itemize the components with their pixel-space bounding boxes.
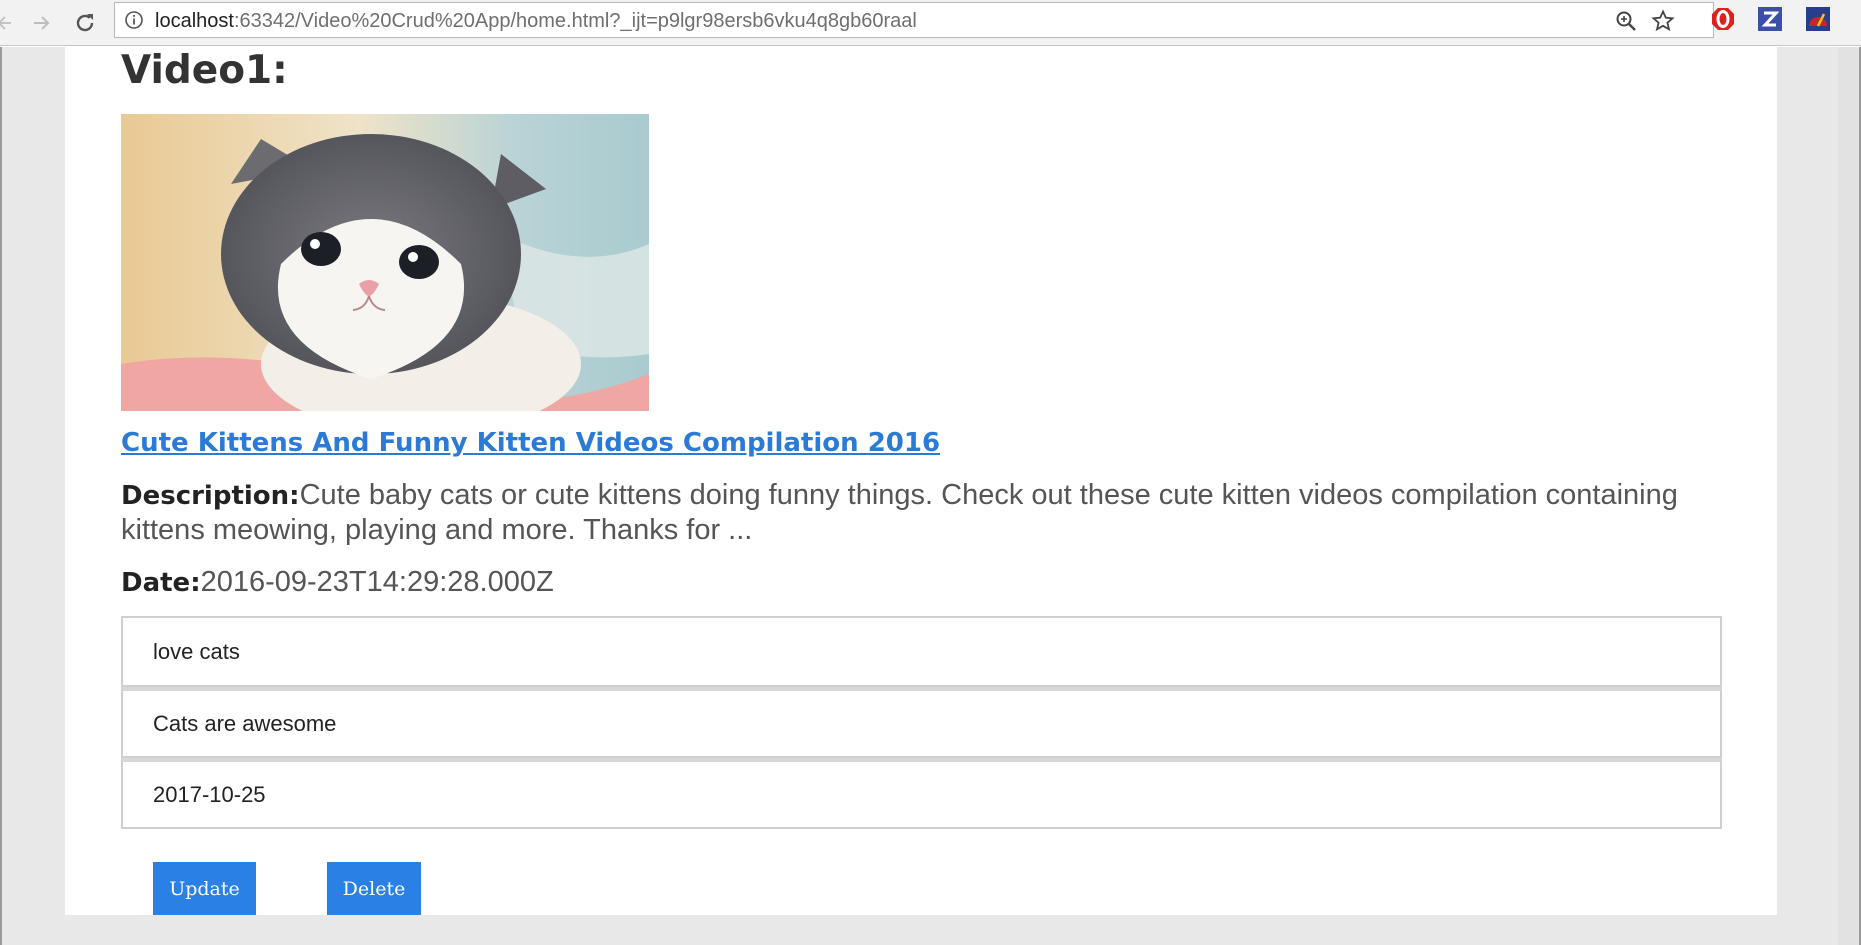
url-path: :63342/Video%20Crud%20App/home.html?_ijt…: [233, 10, 917, 32]
list-item: Cats are awesome: [121, 687, 1722, 758]
back-arrow-icon[interactable]: [0, 8, 20, 38]
update-button[interactable]: Update: [153, 862, 256, 915]
zoom-icon[interactable]: [1615, 10, 1637, 32]
window-left-border: [0, 47, 2, 945]
video-heading: Video1:: [121, 48, 288, 93]
opera-extension-icon[interactable]: [1710, 6, 1736, 32]
description-text: Cute baby cats or cute kittens doing fun…: [121, 479, 1678, 546]
video-date: Date:2016-09-23T14:29:28.000Z: [121, 566, 554, 599]
url-text[interactable]: localhost:63342/Video%20Crud%20App/home.…: [155, 10, 917, 32]
url-host: localhost: [155, 10, 234, 32]
video-description: Description:Cute baby cats or cute kitte…: [121, 478, 1681, 547]
address-bar[interactable]: localhost:63342/Video%20Crud%20App/home.…: [114, 2, 1714, 38]
description-label: Description:: [121, 481, 300, 511]
forward-arrow-icon[interactable]: [27, 8, 57, 38]
date-label: Date:: [121, 568, 201, 598]
reload-icon[interactable]: [70, 8, 100, 38]
browser-toolbar: localhost:63342/Video%20Crud%20App/home.…: [0, 0, 1861, 46]
info-icon[interactable]: [125, 11, 143, 29]
scrollbar[interactable]: [1838, 47, 1858, 945]
z-extension-icon[interactable]: [1757, 6, 1783, 32]
list-item: love cats: [121, 616, 1722, 687]
date-value: 2016-09-23T14:29:28.000Z: [200, 566, 554, 598]
speed-extension-icon[interactable]: [1805, 6, 1831, 32]
list-item: 2017-10-25: [121, 758, 1722, 829]
delete-button[interactable]: Delete: [327, 862, 421, 915]
video-title-link[interactable]: Cute Kittens And Funny Kitten Videos Com…: [121, 428, 940, 458]
kitten-thumbnail[interactable]: [121, 114, 649, 411]
details-list: love cats Cats are awesome 2017-10-25: [121, 616, 1722, 829]
star-icon[interactable]: [1651, 9, 1675, 33]
